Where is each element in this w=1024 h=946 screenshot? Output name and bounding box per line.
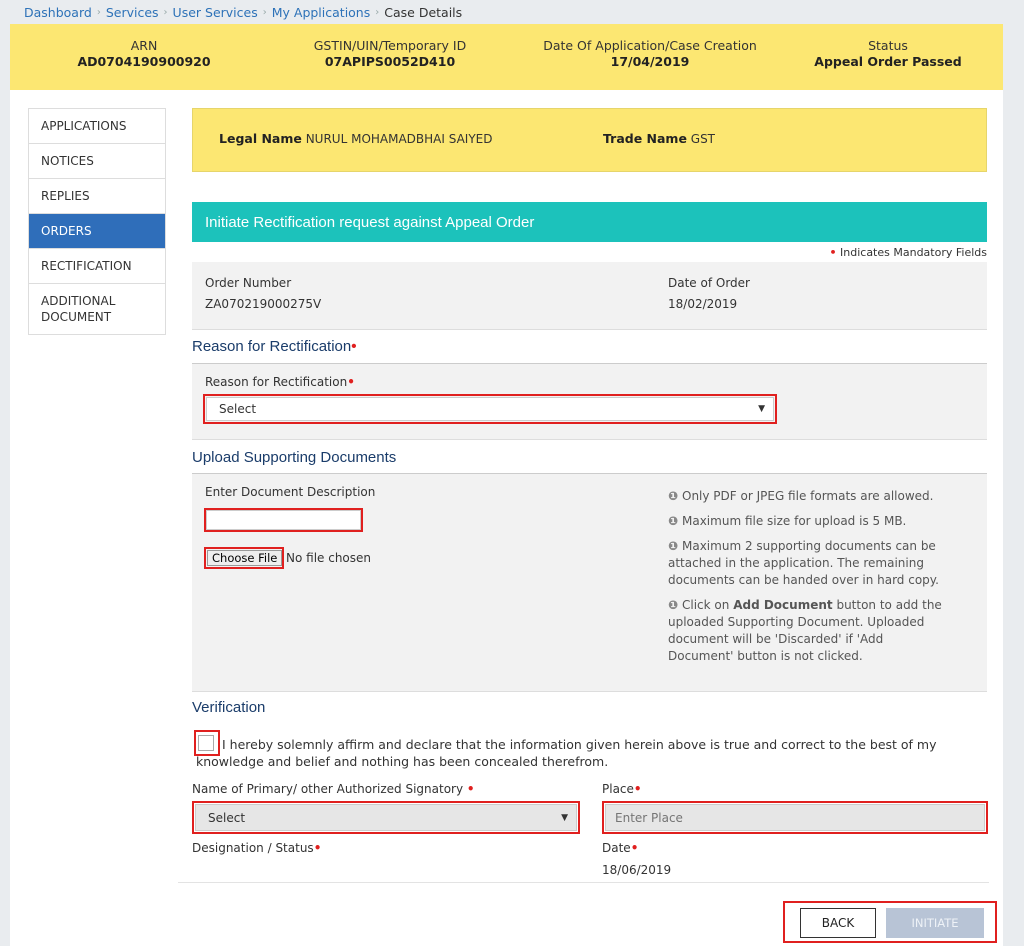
breadcrumb-user-services[interactable]: User Services [173,5,258,20]
sidenav-item-applications[interactable]: APPLICATIONS [29,109,165,144]
trade-name-value: GST [690,132,716,146]
order-details-box: Order Number ZA070219000275V Date of Ord… [192,262,987,330]
place-label: Place• [602,782,642,796]
arn-value: AD0704190900920 [77,54,211,69]
signatory-select-highlight [192,801,580,834]
breadcrumb-separator-icon: › [163,6,168,18]
signatory-label: Name of Primary/ other Authorized Signat… [192,782,475,796]
info-item: ❶ Maximum file size for upload is 5 MB. [668,513,948,530]
breadcrumb-dashboard[interactable]: Dashboard [24,5,92,20]
main-panel: APPLICATIONS NOTICES REPLIES ORDERS RECT… [10,90,1003,946]
sidenav-item-replies[interactable]: REPLIES [29,179,165,214]
date-label: Date• [602,841,638,855]
mandatory-note: • Indicates Mandatory Fields [829,246,987,259]
info-item-text: Maximum 2 supporting documents can be at… [668,539,939,587]
sidenav-item-notices[interactable]: NOTICES [29,144,165,179]
gstin-label: GSTIN/UIN/Temporary ID [313,38,467,53]
status-value: Appeal Order Passed [814,54,962,69]
date-value: 18/06/2019 [602,863,672,877]
info-item: ❶ Maximum 2 supporting documents can be … [668,538,948,589]
case-header: ARN AD0704190900920 GSTIN/UIN/Temporary … [10,24,1003,90]
required-dot-icon: • [313,841,322,855]
breadcrumb-separator-icon: › [262,6,267,18]
info-icon: ❶ [668,539,679,553]
gstin-block: GSTIN/UIN/Temporary ID 07APIPS0052D410 [300,38,480,70]
application-date-value: 17/04/2019 [610,54,690,69]
doc-description-label: Enter Document Description [205,485,376,499]
order-date-value: 18/02/2019 [668,297,738,311]
legal-info-box: Legal Name NURUL MOHAMADBHAI SAIYED Trad… [192,108,987,172]
upload-info-list: ❶ Only PDF or JPEG file formats are allo… [668,488,948,673]
info-icon: ❶ [668,489,679,503]
choose-file-highlight [204,547,284,569]
info-item-text: Maximum file size for upload is 5 MB. [682,514,907,528]
breadcrumb: Dashboard › Services › User Services › M… [0,0,1024,24]
info-item-text: Only PDF or JPEG file formats are allowe… [682,489,934,503]
no-file-text: No file chosen [286,551,372,565]
info-item-bold: Add Document [733,598,833,612]
legal-name-value: NURUL MOHAMADBHAI SAIYED [305,132,493,146]
designation-label: Designation / Status• [192,841,321,855]
legal-name-label: Legal Name [219,131,302,146]
required-dot-icon: • [466,782,475,796]
place-input-highlight [602,801,988,834]
application-date-label: Date Of Application/Case Creation [543,38,757,53]
arn-block: ARN AD0704190900920 [68,38,220,70]
info-icon: ❶ [668,514,679,528]
designation-label-text: Designation / Status [192,841,314,855]
order-number-value: ZA070219000275V [205,297,322,311]
sidenav-item-orders[interactable]: ORDERS [29,214,165,249]
action-buttons-highlight [783,901,997,943]
arn-label: ARN [130,38,158,53]
form-header: Initiate Rectification request against A… [192,202,987,242]
reason-section-title: Reason for Rectification• [192,338,357,355]
breadcrumb-services[interactable]: Services [106,5,159,20]
info-item: ❶ Click on Add Document button to add th… [668,597,948,665]
info-icon: ❶ [668,598,679,612]
reason-select-highlight [203,394,777,424]
mandatory-dot-icon: • [829,246,837,259]
case-sidenav: APPLICATIONS NOTICES REPLIES ORDERS RECT… [28,108,166,335]
reason-section-title-text: Reason for Rectification [192,338,352,355]
status-label: Status [868,38,908,53]
required-dot-icon: • [633,782,642,796]
sidenav-item-rectification[interactable]: RECTIFICATION [29,249,165,284]
doc-description-highlight [204,508,363,532]
mandatory-note-text: Indicates Mandatory Fields [840,246,987,259]
required-dot-icon: • [351,338,357,355]
gstin-value: 07APIPS0052D410 [324,54,456,69]
order-number-label: Order Number [205,276,292,290]
breadcrumb-separator-icon: › [375,6,380,18]
legal-name: Legal Name NURUL MOHAMADBHAI SAIYED [219,131,492,146]
reason-box: Reason for Rectification• Select ▼ [192,364,987,440]
breadcrumb-my-applications[interactable]: My Applications [272,5,371,20]
signatory-label-text: Name of Primary/ other Authorized Signat… [192,782,464,796]
reason-field-label-text: Reason for Rectification [205,375,348,389]
sidenav-item-additional-document[interactable]: ADDITIONAL DOCUMENT [29,284,129,334]
upload-section-title: Upload Supporting Documents [192,449,397,466]
verification-title: Verification [192,699,266,716]
info-item-text: Click on [682,598,730,612]
place-label-text: Place [602,782,634,796]
status-block: Status Appeal Order Passed [806,38,970,70]
required-dot-icon: • [347,375,355,389]
required-dot-icon: • [630,841,639,855]
trade-name: Trade Name GST [603,131,715,146]
footer-divider [178,882,989,883]
order-date-label: Date of Order [668,276,750,290]
declaration-text: I hereby solemnly affirm and declare tha… [196,737,937,769]
breadcrumb-separator-icon: › [96,6,101,18]
application-date-block: Date Of Application/Case Creation 17/04/… [530,38,770,70]
info-item: ❶ Only PDF or JPEG file formats are allo… [668,488,948,505]
breadcrumb-current: Case Details [384,4,463,20]
date-label-text: Date [602,841,631,855]
trade-name-label: Trade Name [603,131,687,146]
reason-field-label: Reason for Rectification• [205,375,355,389]
